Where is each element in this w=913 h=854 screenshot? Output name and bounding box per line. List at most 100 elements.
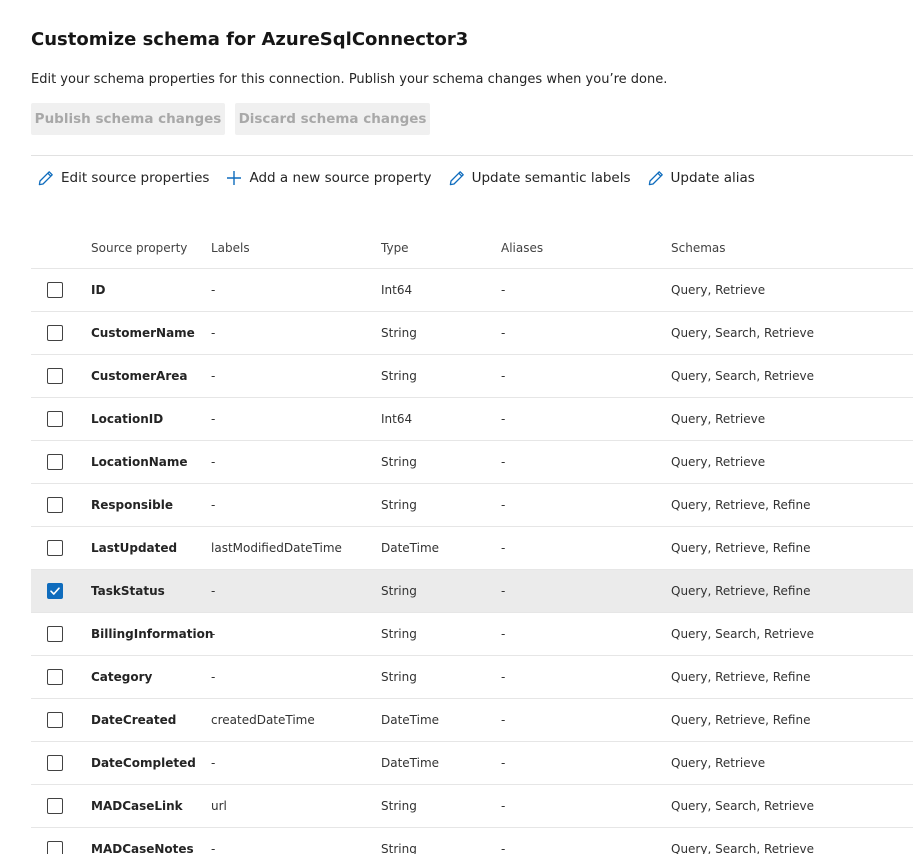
aliases-cell: - <box>501 369 506 383</box>
table-row[interactable]: MADCaseNotes - String - Query, Search, Retri… <box>31 828 913 854</box>
source-property-cell: LocationID <box>91 412 164 426</box>
row-select-cell <box>47 656 67 698</box>
table-row[interactable]: MADCaseLink url String - Query, Search, Retr… <box>31 785 913 828</box>
edit-source-properties-label: Edit source properties <box>61 170 210 186</box>
edit-source-properties-button[interactable]: Edit source properties <box>37 169 209 187</box>
schemas-cell: Query, Retrieve <box>671 412 766 426</box>
schemas-cell: Query, Retrieve <box>671 283 766 297</box>
source-property-cell: CustomerArea <box>91 369 188 383</box>
row-checkbox[interactable] <box>47 454 63 470</box>
row-checkbox[interactable] <box>47 841 63 854</box>
table-body: ID - Int64 - Query, Retrieve CustomerName - Str… <box>31 269 913 854</box>
table-row[interactable]: Category - String - Query, Retrieve, Refine <box>31 656 913 699</box>
column-header-labels[interactable]: Labels <box>211 227 250 268</box>
row-select-cell <box>47 699 67 741</box>
add-source-property-label: Add a new source property <box>249 170 432 186</box>
column-header-source-property[interactable]: Source property <box>91 227 187 268</box>
table-row[interactable]: TaskStatus - String - Query, Retrieve, Refin… <box>31 570 913 613</box>
table-header: Source property Labels Type Aliases Sche… <box>31 227 913 269</box>
table-row[interactable]: DateCompleted - DateTime - Query, Retrieve <box>31 742 913 785</box>
column-header-schemas[interactable]: Schemas <box>671 227 726 268</box>
row-checkbox[interactable] <box>47 540 63 556</box>
schemas-cell: Query, Retrieve, Refine <box>671 498 811 512</box>
aliases-cell: - <box>501 283 506 297</box>
command-bar: Edit source properties Add a new source … <box>37 166 771 190</box>
table-row[interactable]: CustomerArea - String - Query, Search, Retri… <box>31 355 913 398</box>
row-select-cell <box>47 484 67 526</box>
page-title: Customize schema for AzureSqlConnector3 <box>31 29 469 50</box>
schemas-cell: Query, Retrieve, Refine <box>671 670 811 684</box>
table-row[interactable]: DateCreated createdDateTime DateTime - Query… <box>31 699 913 742</box>
update-alias-label: Update alias <box>670 170 755 186</box>
row-select-cell <box>47 398 67 440</box>
row-checkbox[interactable] <box>47 583 63 599</box>
row-select-cell <box>47 527 67 569</box>
aliases-cell: - <box>501 326 506 340</box>
table-row[interactable]: CustomerName - String - Query, Search, Retri… <box>31 312 913 355</box>
labels-cell: - <box>211 498 216 512</box>
source-property-cell: BillingInformation <box>91 627 214 641</box>
source-property-cell: Category <box>91 670 153 684</box>
aliases-cell: - <box>501 541 506 555</box>
row-select-cell <box>47 570 67 612</box>
table-row[interactable]: LastUpdated lastModifiedDateTime DateTime -… <box>31 527 913 570</box>
table-row[interactable]: Responsible - String - Query, Retrieve, Refi… <box>31 484 913 527</box>
row-select-cell <box>47 269 67 311</box>
aliases-cell: - <box>501 455 506 469</box>
plus-icon <box>227 171 242 185</box>
source-property-cell: LastUpdated <box>91 541 178 555</box>
row-checkbox[interactable] <box>47 368 63 384</box>
type-cell: String <box>381 369 417 383</box>
type-cell: String <box>381 584 417 598</box>
type-cell: String <box>381 326 417 340</box>
row-checkbox[interactable] <box>47 798 63 814</box>
table-row[interactable]: LocationID - Int64 - Query, Retrieve <box>31 398 913 441</box>
update-semantic-labels-label: Update semantic labels <box>471 170 631 186</box>
row-checkbox[interactable] <box>47 325 63 341</box>
update-alias-button[interactable]: Update alias <box>647 169 755 187</box>
type-cell: Int64 <box>381 412 413 426</box>
row-checkbox[interactable] <box>47 282 63 298</box>
table-row[interactable]: LocationName - String - Query, Retrieve <box>31 441 913 484</box>
row-checkbox[interactable] <box>47 411 63 427</box>
publish-schema-changes-button[interactable]: Publish schema changes <box>31 103 225 135</box>
schemas-cell: Query, Retrieve <box>671 455 766 469</box>
column-header-type[interactable]: Type <box>381 227 409 268</box>
type-cell: String <box>381 498 417 512</box>
labels-cell: - <box>211 842 216 854</box>
schemas-cell: Query, Retrieve, Refine <box>671 541 811 555</box>
aliases-cell: - <box>501 627 506 641</box>
row-checkbox[interactable] <box>47 626 63 642</box>
labels-cell: - <box>211 369 216 383</box>
pencil-icon <box>38 171 53 186</box>
schemas-cell: Query, Retrieve, Refine <box>671 584 811 598</box>
row-select-cell <box>47 742 67 784</box>
source-property-cell: MADCaseNotes <box>91 842 194 854</box>
labels-cell: - <box>211 627 216 641</box>
aliases-cell: - <box>501 584 506 598</box>
add-source-property-button[interactable]: Add a new source property <box>225 169 432 187</box>
customize-schema-page: Customize schema for AzureSqlConnector3 … <box>0 0 913 854</box>
discard-schema-changes-button[interactable]: Discard schema changes <box>235 103 430 135</box>
source-property-cell: DateCompleted <box>91 756 196 770</box>
row-checkbox[interactable] <box>47 755 63 771</box>
table-row[interactable]: ID - Int64 - Query, Retrieve <box>31 269 913 312</box>
row-checkbox[interactable] <box>47 712 63 728</box>
table-row[interactable]: BillingInformation - String - Query, Search,… <box>31 613 913 656</box>
source-property-cell: MADCaseLink <box>91 799 183 813</box>
schemas-cell: Query, Retrieve <box>671 756 766 770</box>
type-cell: DateTime <box>381 541 440 555</box>
source-property-cell: ID <box>91 283 106 297</box>
schemas-cell: Query, Search, Retrieve <box>671 799 814 813</box>
row-checkbox[interactable] <box>47 669 63 685</box>
labels-cell: - <box>211 412 216 426</box>
schemas-cell: Query, Search, Retrieve <box>671 326 814 340</box>
schemas-cell: Query, Search, Retrieve <box>671 369 814 383</box>
labels-cell: - <box>211 584 216 598</box>
pencil-icon <box>648 171 663 186</box>
schemas-cell: Query, Search, Retrieve <box>671 842 814 854</box>
row-checkbox[interactable] <box>47 497 63 513</box>
update-semantic-labels-button[interactable]: Update semantic labels <box>448 169 631 187</box>
type-cell: String <box>381 842 417 854</box>
column-header-aliases[interactable]: Aliases <box>501 227 543 268</box>
